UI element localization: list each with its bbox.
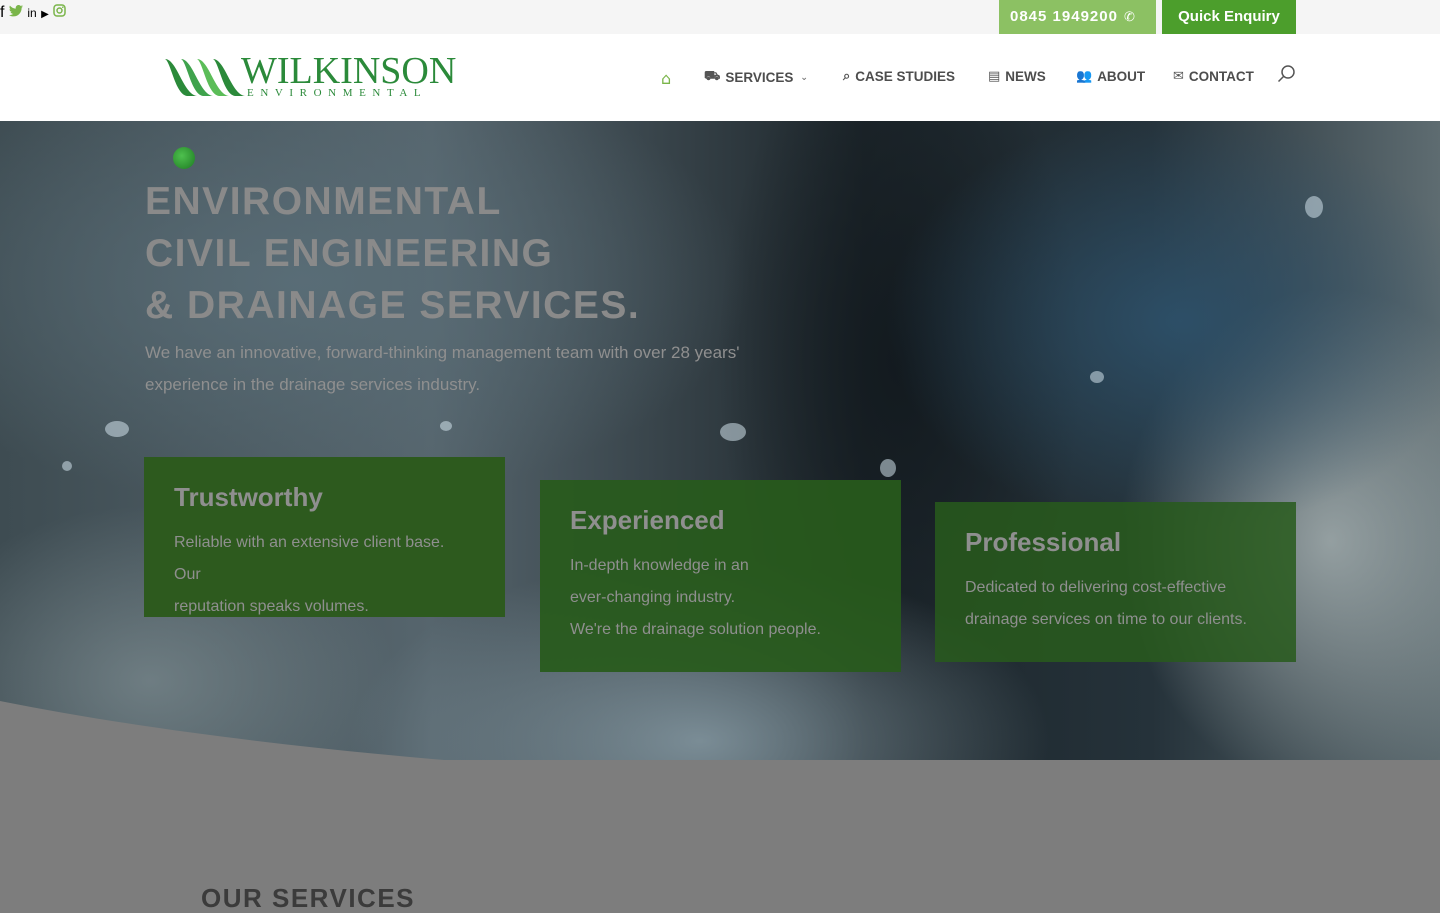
services-heading: OUR SERVICES bbox=[201, 883, 416, 913]
nav-item-services[interactable]: ⛟ SERVICES ⌄ bbox=[704, 69, 808, 86]
linkedin-icon[interactable]: in bbox=[27, 6, 36, 20]
services-section bbox=[0, 760, 1440, 900]
logo-tagline: ENVIRONMENTAL bbox=[247, 87, 428, 99]
logo[interactable]: WILKINSON ENVIRONMENTAL bbox=[163, 50, 463, 100]
instagram-icon[interactable] bbox=[53, 4, 67, 21]
youtube-icon[interactable]: ▶ bbox=[41, 9, 49, 20]
quick-enquiry-button[interactable]: Quick Enquiry bbox=[1162, 0, 1296, 34]
search-zoom-icon: ⌕ bbox=[843, 69, 851, 84]
nav-label-case-studies: CASE STUDIES bbox=[855, 69, 956, 84]
logo-wordmark: WILKINSON bbox=[241, 50, 457, 92]
nav-item-contact[interactable]: ✉ CONTACT bbox=[1173, 69, 1254, 84]
nav-label-contact: CONTACT bbox=[1188, 69, 1254, 84]
section-divider-wave bbox=[0, 701, 1440, 801]
twitter-icon[interactable] bbox=[8, 4, 27, 21]
chevron-down-icon: ⌄ bbox=[800, 72, 808, 83]
hero-section: ENVIRONMENTAL CIVIL ENGINEERING & DRAINA… bbox=[0, 121, 1440, 801]
phone-button[interactable]: 0845 1949200 ✆ bbox=[999, 0, 1156, 34]
phone-number: 0845 1949200 bbox=[1010, 8, 1118, 25]
search-icon[interactable] bbox=[1277, 64, 1297, 84]
users-icon: 👥 bbox=[1076, 69, 1093, 84]
truck-icon: ⛟ bbox=[704, 69, 721, 84]
newspaper-icon: ▤ bbox=[988, 69, 1001, 84]
nav-item-about[interactable]: 👥 ABOUT bbox=[1076, 69, 1145, 84]
logo-mark-icon bbox=[165, 59, 245, 96]
home-icon[interactable]: ⌂ bbox=[661, 69, 671, 88]
nav-item-case-studies[interactable]: ⌕ CASE STUDIES bbox=[843, 69, 955, 84]
nav-item-news[interactable]: ▤ NEWS bbox=[988, 69, 1046, 84]
nav-label-about: ABOUT bbox=[1097, 69, 1146, 84]
site-header: WILKINSON ENVIRONMENTAL ⌂ ⛟ SERVICES ⌄ ⌕… bbox=[0, 34, 1440, 121]
nav-label-news: NEWS bbox=[1005, 69, 1046, 84]
nav-label-services: SERVICES bbox=[725, 70, 794, 85]
envelope-icon: ✉ bbox=[1173, 69, 1184, 84]
facebook-icon[interactable]: f bbox=[0, 4, 4, 21]
phone-icon: ✆ bbox=[1123, 10, 1136, 25]
top-bar: f in ▶ 0845 1949200 ✆ Quick Enquiry bbox=[0, 0, 1440, 34]
